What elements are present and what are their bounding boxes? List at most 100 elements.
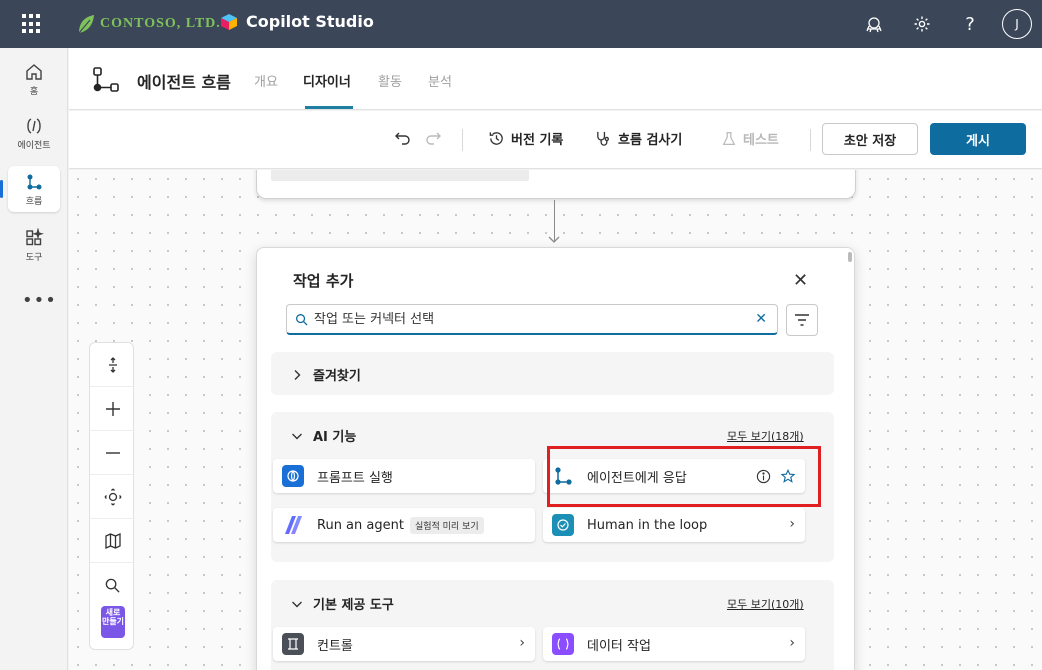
builtin-section-header[interactable]: 기본 제공 도구	[291, 594, 394, 613]
publish-button[interactable]: 게시	[930, 123, 1026, 155]
history-icon	[489, 132, 503, 145]
nav-item-label: 흐름	[25, 196, 43, 207]
chevron-down-icon	[292, 601, 302, 607]
app-name: Copilot Studio	[246, 12, 374, 31]
prompt-icon	[282, 465, 304, 487]
undo-button[interactable]	[394, 129, 412, 147]
filter-button[interactable]	[786, 304, 818, 336]
search-input[interactable]	[314, 311, 756, 327]
zoom-in-button[interactable]	[90, 387, 135, 431]
chevron-right-icon: ›	[519, 635, 525, 651]
add-action-panel: 작업 추가 ✕ ✕ 즐겨찾기 AI 기능 모두 보기(18개)	[256, 247, 855, 670]
version-history-button[interactable]: 버전 기록	[488, 129, 563, 148]
toolbar: 버전 기록 흐름 검사기 테스트 초안 저장 게시	[69, 111, 1042, 169]
search-canvas-button[interactable]	[90, 563, 135, 607]
tab-activity[interactable]: 활동	[378, 71, 402, 90]
active-indicator	[0, 180, 3, 198]
action-control[interactable]: 컨트롤 ›	[273, 627, 535, 661]
data-operation-icon	[552, 633, 574, 655]
flow-icon	[93, 67, 119, 92]
redo-button[interactable]	[424, 129, 442, 147]
chevron-right-icon: ›	[789, 516, 795, 532]
home-icon	[26, 63, 42, 80]
fit-height-button[interactable]	[90, 343, 135, 387]
previous-action-node[interactable]	[256, 170, 856, 199]
star-icon[interactable]	[781, 469, 795, 483]
action-label: Human in the loop	[587, 517, 708, 533]
favorites-header[interactable]: 즐겨찾기	[291, 365, 361, 384]
org-name: CONTOSO, LTD.	[100, 16, 221, 31]
flow-icon	[27, 174, 42, 189]
plus-icon	[105, 401, 120, 416]
action-label: 에이전트에게 응답	[587, 470, 687, 486]
toolbar-divider	[810, 129, 811, 151]
preview-badge: 실험적 미리 보기	[409, 516, 484, 534]
flow-checker-button[interactable]: 흐름 검사기	[595, 129, 682, 148]
clear-icon[interactable]: ✕	[755, 311, 767, 327]
tab-designer[interactable]: 디자이너	[303, 71, 351, 90]
nav-item-tools[interactable]: 도구	[8, 222, 60, 268]
action-run-an-agent[interactable]: Run an agent 실험적 미리 보기	[273, 508, 535, 542]
new-badge[interactable]: 새로 만들기	[101, 606, 125, 638]
chevron-right-icon: ›	[789, 635, 795, 651]
tab-underline	[305, 106, 353, 109]
minus-icon	[105, 451, 120, 454]
filter-icon	[795, 314, 809, 326]
version-history-label: 버전 기록	[511, 133, 564, 148]
flask-icon	[722, 131, 736, 145]
chevron-right-icon	[294, 369, 301, 380]
copilot-studio-icon	[221, 13, 237, 30]
info-icon[interactable]	[756, 469, 771, 484]
nav-item-home[interactable]: 홈	[8, 56, 60, 102]
chevron-down-icon	[292, 433, 302, 439]
nav-item-agents[interactable]: 에이전트	[8, 110, 60, 156]
tab-overview[interactable]: 개요	[254, 71, 278, 90]
action-human-in-the-loop[interactable]: Human in the loop ›	[543, 508, 805, 542]
action-data-operation[interactable]: 데이터 작업 ›	[543, 627, 805, 661]
environment-icon[interactable]	[850, 0, 898, 48]
map-icon	[104, 532, 121, 549]
ai-section-header[interactable]: AI 기능	[291, 426, 356, 445]
favorites-label: 즐겨찾기	[313, 369, 361, 384]
leaf-icon	[78, 15, 94, 34]
nav-item-label: 에이전트	[17, 140, 51, 151]
agent-icon	[27, 117, 41, 134]
org-logo[interactable]: CONTOSO, LTD.	[76, 10, 221, 38]
app-title[interactable]: Copilot Studio	[220, 12, 374, 31]
builtin-section-label: 기본 제공 도구	[313, 598, 394, 613]
search-box: ✕	[286, 304, 778, 335]
fit-view-button[interactable]	[90, 475, 135, 519]
avatar[interactable]: J	[1002, 9, 1032, 39]
waffle-icon[interactable]	[22, 14, 42, 34]
builtin-tools-section: 기본 제공 도구 모두 보기(10개) 컨트롤 › 데이터 작업 ›	[271, 580, 834, 670]
tools-icon	[26, 227, 44, 245]
page-title: 에이전트 흐름	[137, 73, 231, 92]
nav-item-label: 홈	[29, 86, 39, 97]
test-button[interactable]: 테스트	[721, 129, 779, 148]
action-label: 프롬프트 실행	[317, 470, 393, 486]
builtin-see-all-link[interactable]: 모두 보기(10개)	[727, 596, 804, 612]
settings-icon[interactable]	[898, 0, 946, 48]
ai-see-all-link[interactable]: 모두 보기(18개)	[727, 428, 804, 444]
top-bar: CONTOSO, LTD. Copilot Studio ? J	[0, 0, 1042, 48]
action-label: Run an agent	[317, 517, 404, 533]
save-draft-button[interactable]: 초안 저장	[822, 123, 918, 155]
action-respond-to-agent[interactable]: 에이전트에게 응답	[543, 459, 805, 493]
stethoscope-icon	[597, 131, 609, 146]
scrollbar[interactable]	[848, 252, 852, 262]
more-icon[interactable]: •••	[22, 290, 57, 311]
close-icon[interactable]: ✕	[793, 270, 808, 291]
redo-icon	[426, 132, 441, 145]
action-run-prompt[interactable]: 프롬프트 실행	[273, 459, 535, 493]
panel-title: 작업 추가	[293, 272, 354, 290]
tab-analytics[interactable]: 분석	[428, 71, 452, 90]
designer-canvas[interactable]: 새로 만들기 작업 추가 ✕ ✕ 즐겨찾기 AI 기능 모두 보기(1	[69, 170, 1042, 670]
ai-section-label: AI 기능	[313, 430, 357, 445]
action-label: 데이터 작업	[587, 638, 651, 654]
nav-item-flows[interactable]: 흐름	[8, 166, 60, 212]
zoom-out-button[interactable]	[90, 431, 135, 475]
ai-capabilities-section: AI 기능 모두 보기(18개) 프롬프트 실행 에이전트에게 응답 Run a…	[271, 412, 834, 562]
control-icon	[282, 633, 304, 655]
minimap-button[interactable]	[90, 519, 135, 563]
help-icon[interactable]: ?	[946, 0, 994, 48]
